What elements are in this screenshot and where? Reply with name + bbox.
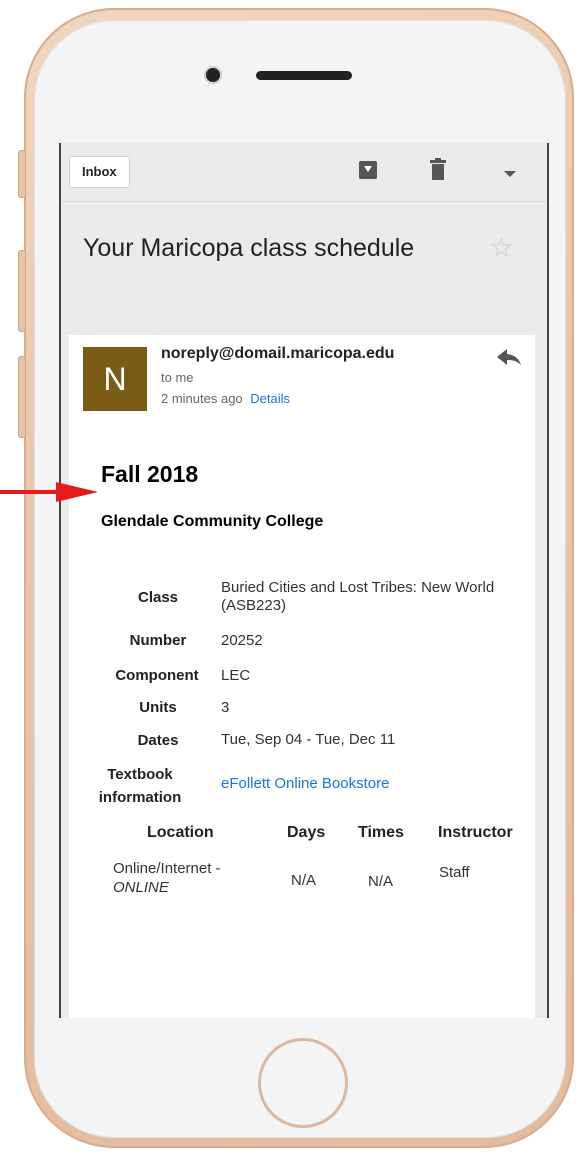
star-icon[interactable]: ☆ <box>489 231 514 264</box>
col-instructor: Instructor <box>438 824 513 841</box>
value-dates: Tue, Sep 04 - Tue, Dec 11 <box>221 731 396 748</box>
value-class: Buried Cities and Lost Tribes: New World… <box>221 579 495 614</box>
col-times: Times <box>358 824 404 841</box>
textbook-link[interactable]: eFollett Online Bookstore <box>221 775 389 792</box>
home-button[interactable] <box>258 1038 348 1128</box>
phone-side-button-volume-down <box>18 356 26 438</box>
trash-icon[interactable] <box>430 158 446 180</box>
archive-icon[interactable] <box>359 161 377 179</box>
details-link[interactable]: Details <box>250 391 290 406</box>
red-arrow-icon <box>56 482 98 502</box>
value-number: 20252 <box>221 632 263 649</box>
avatar: N <box>83 347 147 411</box>
label-class: Class <box>137 589 179 606</box>
speaker-grill <box>256 71 352 80</box>
recipient-line: to me <box>161 370 194 385</box>
cell-times: N/A <box>368 873 394 890</box>
cell-days: N/A <box>291 872 317 889</box>
label-dates: Dates <box>137 732 179 749</box>
term-heading: Fall 2018 <box>101 461 199 487</box>
email-subject: Your Maricopa class schedule <box>83 234 415 262</box>
cell-instructor: Staff <box>439 864 470 881</box>
phone-screen: Inbox Your Maricopa class schedule ☆ N n… <box>59 143 549 1018</box>
label-textbook: Textbook information <box>98 766 182 806</box>
value-units: 3 <box>221 699 230 716</box>
phone-side-button-volume-up <box>18 250 26 332</box>
time-text: 2 minutes ago <box>161 391 243 406</box>
inbox-back-button[interactable]: Inbox <box>69 156 130 188</box>
col-location: Location <box>147 824 214 841</box>
reply-icon[interactable] <box>495 347 523 367</box>
college-name: Glendale Community College <box>101 513 324 530</box>
cell-location-sub: ONLINE <box>113 879 169 896</box>
email-toolbar: Inbox <box>61 143 547 202</box>
sender-address: noreply@domail.maricopa.edu <box>161 345 395 362</box>
label-component: Component <box>115 667 199 684</box>
cell-location: Online/Internet - <box>113 860 221 877</box>
email-message-card: N noreply@domail.maricopa.edu to me 2 mi… <box>69 335 535 1018</box>
red-arrow-line <box>0 490 60 494</box>
chevron-down-icon[interactable] <box>504 171 516 177</box>
col-days: Days <box>287 824 326 841</box>
value-component: LEC <box>221 667 251 684</box>
camera-icon <box>206 68 220 82</box>
phone-side-button-mute <box>18 150 26 198</box>
label-units: Units <box>139 699 177 716</box>
label-number: Number <box>129 632 187 649</box>
timestamp: 2 minutes ago Details <box>161 391 290 406</box>
